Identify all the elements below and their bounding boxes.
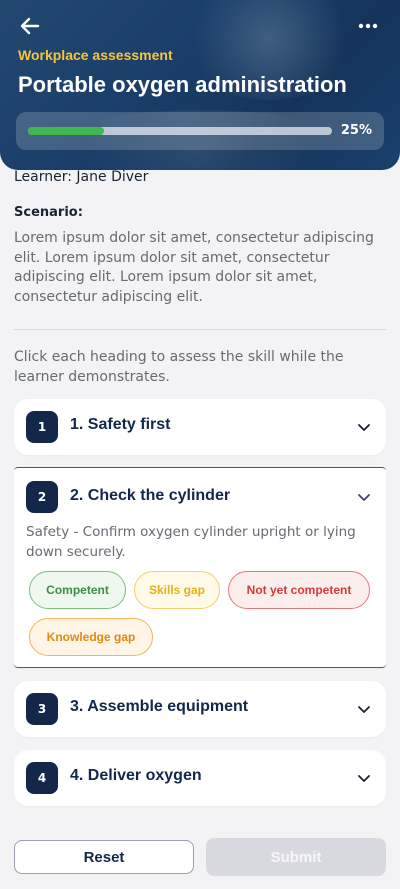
skill-number-badge: 3	[26, 693, 58, 725]
skills-gap-button[interactable]: Skills gap	[134, 571, 220, 609]
learner-name: Learner: Jane Diver	[14, 169, 149, 185]
skill-number-badge: 2	[26, 481, 58, 513]
chevron-down-icon	[358, 424, 370, 431]
skill-card-assemble-equipment[interactable]: 3 3. Assemble equipment	[14, 681, 386, 737]
scenario-text: Lorem ipsum dolor sit amet, consectetur …	[14, 230, 374, 305]
chevron-down-icon	[358, 706, 370, 713]
page-subtitle: Workplace assessment	[18, 47, 173, 63]
skill-title: 1. Safety first	[70, 416, 171, 433]
skill-title: 2. Check the cylinder	[70, 487, 231, 504]
skill-number-badge: 1	[26, 411, 58, 443]
skill-description: Safety - Confirm oxygen cylinder upright…	[26, 524, 356, 560]
arrow-left-icon	[20, 17, 40, 35]
chevron-down-icon	[358, 494, 370, 501]
skill-title: 4. Deliver oxygen	[70, 767, 202, 784]
chevron-down-icon	[358, 775, 370, 782]
knowledge-gap-button[interactable]: Knowledge gap	[29, 618, 153, 656]
divider	[14, 329, 386, 330]
skill-title: 3. Assemble equipment	[70, 698, 249, 715]
skill-card-safety-first[interactable]: 1 1. Safety first	[14, 399, 386, 455]
progress-percent: 25%	[340, 123, 372, 138]
competent-button[interactable]: Competent	[29, 571, 126, 609]
header-banner: Workplace assessment Portable oxygen adm…	[0, 0, 400, 170]
back-button[interactable]	[18, 14, 42, 38]
scenario-label: Scenario:	[14, 205, 83, 220]
instruction-text: Click each heading to assess the skill w…	[14, 349, 344, 385]
skill-card-deliver-oxygen[interactable]: 4 4. Deliver oxygen	[14, 750, 386, 806]
reset-button[interactable]: Reset	[14, 840, 194, 874]
more-options-button[interactable]	[356, 14, 380, 38]
progress-bar	[28, 127, 332, 135]
submit-button[interactable]: Submit	[206, 838, 386, 876]
progress-bar-fill	[28, 127, 104, 135]
not-yet-competent-button[interactable]: Not yet competent	[228, 571, 370, 609]
progress-panel: 25%	[16, 112, 384, 150]
skill-number-badge: 4	[26, 762, 58, 794]
skill-card-check-the-cylinder[interactable]: 2 2. Check the cylinder Safety - Confirm…	[14, 467, 386, 668]
page-title: Portable oxygen administration	[18, 72, 347, 97]
more-horizontal-icon	[358, 23, 378, 29]
